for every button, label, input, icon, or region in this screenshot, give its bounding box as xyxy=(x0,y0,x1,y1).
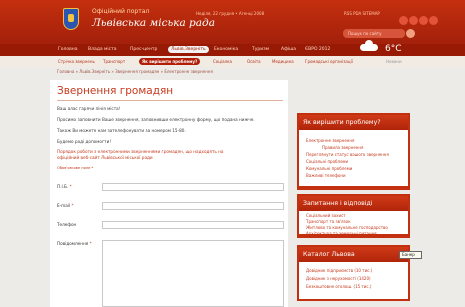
sidebar-link[interactable]: Правила звернення xyxy=(322,145,363,150)
sidebar-link[interactable]: Безкоштовне оголош. (15 тис.) xyxy=(306,284,371,289)
subnav-item[interactable]: Медицина xyxy=(272,59,294,64)
header-social-icons xyxy=(399,10,439,29)
social-icon[interactable] xyxy=(419,16,428,25)
nav-item[interactable]: ЄВРО 2012 xyxy=(305,47,330,52)
breadcrumb[interactable]: Головна » Львів.Зверніть » Звернення гро… xyxy=(57,69,213,74)
sidebar-box-title: Каталог Львова xyxy=(299,247,408,262)
sub-navigation: Стрічка звернень Транспорт Як вирішити п… xyxy=(0,56,465,67)
city-coat-of-arms-logo[interactable] xyxy=(63,8,79,30)
email-field[interactable] xyxy=(102,202,284,210)
sidebar-link[interactable]: Важливі телефони xyxy=(306,173,346,178)
intro-text: Будемо раді допомогти! xyxy=(57,139,112,144)
sidebar-box-catalog: Каталог Львова xyxy=(297,245,410,301)
subnav-item[interactable]: Громадські організації xyxy=(305,59,353,64)
sidebar-link[interactable]: Довідник з нерухомості (1420) xyxy=(306,276,371,281)
sidebar-link[interactable]: Житлово та комунальне господарство xyxy=(306,225,388,230)
social-icon[interactable] xyxy=(409,16,418,25)
header-date: Неділя, 22 грудня • Агенці 2008 xyxy=(196,11,265,16)
subnav-item[interactable]: Соціалка xyxy=(213,59,232,64)
page-title: Звернення громадян xyxy=(57,85,174,97)
sidebar-link[interactable]: Комунальні проблеми xyxy=(306,166,352,171)
sidebar-link[interactable]: Транспорт та зв'язок xyxy=(306,219,350,224)
subnav-item[interactable]: Транспорт xyxy=(103,59,125,64)
rules-link[interactable]: Порядок роботи з електронними зверненням… xyxy=(57,149,237,160)
title-divider xyxy=(57,100,283,101)
portal-subtitle: Офіційний портал xyxy=(92,8,150,15)
field-label-message: Повідомлення * xyxy=(57,241,92,246)
social-icon[interactable] xyxy=(399,16,408,25)
subnav-item[interactable]: Освіта xyxy=(247,59,261,64)
name-field[interactable] xyxy=(102,183,284,191)
subnav-item-active[interactable]: Як вирішити проблему? xyxy=(139,58,201,65)
message-textarea[interactable] xyxy=(102,240,284,307)
sidebar-link[interactable]: Довідник підприємств (10 тис.) xyxy=(306,268,372,273)
weather-temperature: 6°C xyxy=(385,44,402,54)
sidebar-link[interactable]: Соціальний захист xyxy=(306,213,346,218)
sidebar-link[interactable]: Переглянути статус вашого звернення xyxy=(306,152,389,157)
social-icon[interactable] xyxy=(429,16,438,25)
nav-item[interactable]: Влада міста xyxy=(88,47,117,52)
search-input[interactable]: Пошук по сайту xyxy=(343,29,405,38)
required-note: Обов'язкове поле * xyxy=(57,166,94,170)
phone-field[interactable] xyxy=(102,221,284,229)
nav-item[interactable]: Афіша xyxy=(281,47,296,52)
site-title[interactable]: Львівська міська рада xyxy=(92,17,215,29)
field-label-email: E-mail * xyxy=(57,203,74,208)
intro-text: Ваш алас гарячи лінія міста! xyxy=(57,106,121,111)
field-label-phone: Телефон xyxy=(57,222,77,227)
field-label-name: П.І.Б. * xyxy=(57,184,72,189)
sidebar-link[interactable]: Соціальні проблеми xyxy=(306,159,348,164)
header-top-links[interactable]: RSS PDA SITEMAP xyxy=(344,11,380,16)
nav-item[interactable]: Головна xyxy=(58,47,77,52)
sidebar-box-footer xyxy=(297,234,410,238)
nav-item[interactable]: Туризм xyxy=(252,47,269,52)
nav-item[interactable]: Прес-центр xyxy=(130,47,157,52)
tooltip: Банер xyxy=(399,251,422,259)
search-icon[interactable] xyxy=(406,29,415,38)
sidebar-box-title: Як вирішити проблему? xyxy=(299,115,408,130)
nav-item-active[interactable]: Львів.Зверніть xyxy=(168,46,209,53)
cloud-icon xyxy=(360,40,382,53)
subnav-news[interactable]: Новини xyxy=(386,59,402,64)
subnav-item[interactable]: Стрічка звернень xyxy=(58,59,95,64)
intro-text: Також Ви можете нам зателефонувати за но… xyxy=(57,128,186,133)
sidebar-box-footer xyxy=(297,186,410,190)
intro-text: Просимо заповнити Ваше звернення, заповн… xyxy=(57,117,255,122)
nav-item[interactable]: Економіка xyxy=(214,47,238,52)
sidebar-box-title: Запитання і відповіді xyxy=(299,196,408,211)
sidebar-link[interactable]: Електронне звернення xyxy=(306,138,354,143)
